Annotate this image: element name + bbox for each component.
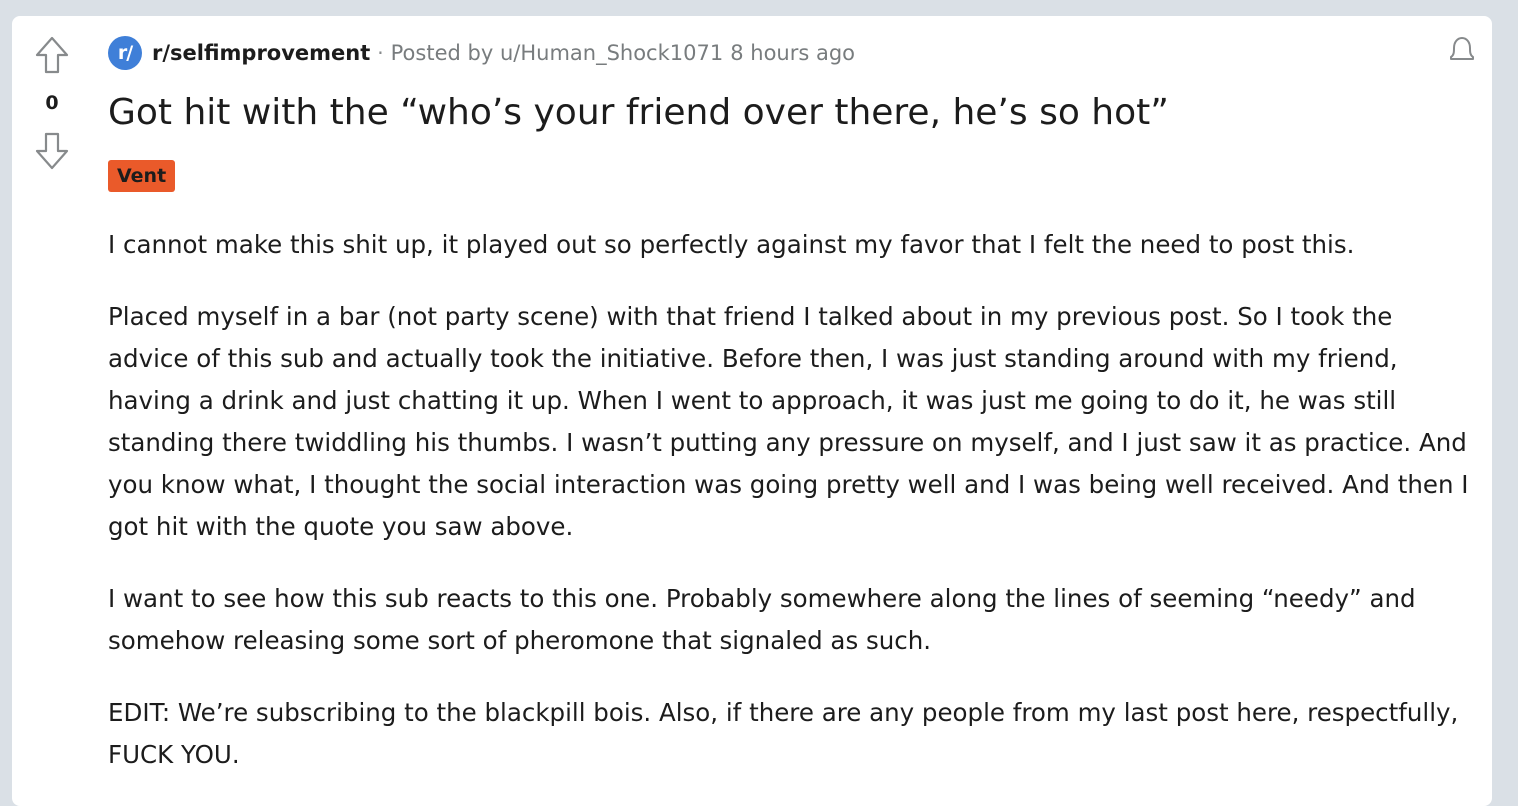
post-time[interactable]: 8 hours ago xyxy=(730,41,855,65)
vote-score: 0 xyxy=(45,92,59,114)
body-paragraph: Placed myself in a bar (not party scene)… xyxy=(108,302,1469,541)
upvote-button[interactable] xyxy=(32,34,72,76)
post-body: I cannot make this shit up, it played ou… xyxy=(108,224,1478,806)
body-paragraph: EDIT: We’re subscribing to the blackpill… xyxy=(108,698,1459,769)
downvote-button[interactable] xyxy=(32,130,72,172)
posted-by-label: Posted by xyxy=(390,41,494,65)
subreddit-avatar[interactable]: r/ xyxy=(108,36,142,70)
subreddit-link[interactable]: r/selfimprovement xyxy=(152,41,370,65)
post-title[interactable]: Got hit with the “who’s your friend over… xyxy=(108,92,1169,133)
follow-post-button[interactable] xyxy=(1444,32,1480,68)
bell-icon xyxy=(1450,37,1474,60)
body-paragraph: I want to see how this sub reacts to thi… xyxy=(108,584,1416,655)
meta-separator: · xyxy=(377,41,384,65)
upvote-arrow-icon xyxy=(35,36,69,74)
post-meta: r/ r/selfimprovement · Posted by u/Human… xyxy=(108,36,855,70)
post-card: 0 r/ r/selfimprovement · Posted by u/Hum… xyxy=(12,16,1492,806)
post-flair[interactable]: Vent xyxy=(108,160,176,192)
author-link[interactable]: u/Human_Shock1071 xyxy=(500,41,723,65)
body-paragraph: I cannot make this shit up, it played ou… xyxy=(108,230,1355,259)
downvote-arrow-icon xyxy=(35,132,69,170)
